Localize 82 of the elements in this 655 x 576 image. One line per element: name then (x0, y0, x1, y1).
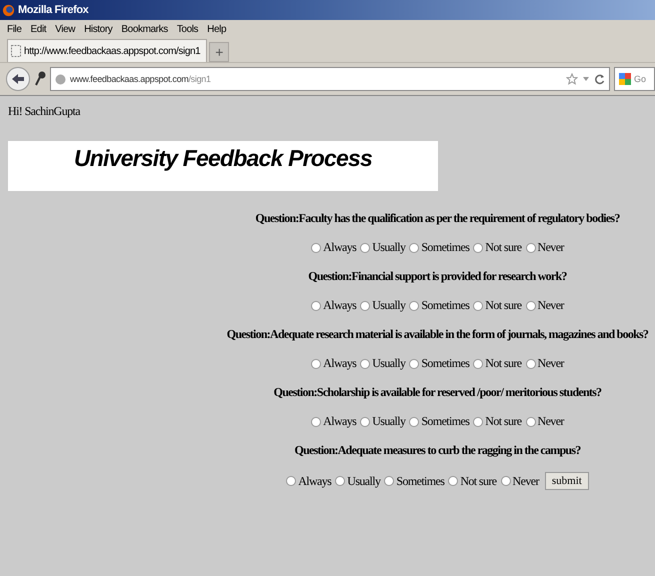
question-text: Question:Scholarship is available for reserved /poor/ meritorious students? (274, 385, 602, 400)
key-icon (34, 71, 46, 87)
window-title: Mozilla Firefox (18, 4, 88, 16)
radio-button[interactable] (473, 358, 484, 368)
page-icon (11, 45, 21, 57)
radio-button[interactable] (311, 300, 322, 310)
page-heading: University Feedback Process (74, 145, 372, 172)
answer-option[interactable]: Not sure (473, 414, 522, 429)
answer-option[interactable]: Sometimes (409, 298, 470, 313)
menu-item[interactable]: Bookmarks (121, 24, 168, 34)
radio-button[interactable] (311, 416, 322, 426)
radio-button[interactable] (526, 300, 536, 310)
star-icon (566, 73, 578, 85)
radio-button[interactable] (409, 242, 420, 252)
radio-button[interactable] (500, 476, 511, 486)
radio-button[interactable] (473, 242, 484, 252)
question-text: Question:Adequate measures to curb the ragging in the campus? (294, 443, 581, 458)
radio-button[interactable] (286, 476, 296, 486)
answer-option[interactable]: Not sure (473, 240, 522, 255)
answer-option[interactable]: Usually (335, 474, 380, 488)
answer-option[interactable]: Usually (360, 240, 406, 255)
new-tab-button[interactable]: + (209, 42, 230, 62)
tab-title: http://www.feedbackaas.appspot.com/sign1 (24, 46, 200, 56)
dropdown-icon (582, 75, 590, 83)
question-text: Question:Adequate research material is available in the form of journals, magazines and books? (226, 327, 648, 342)
answer-option[interactable]: Sometimes (409, 240, 470, 255)
greeting-text: Hi! SachinGupta (8, 104, 82, 119)
menu-item[interactable]: File (7, 24, 22, 34)
radio-button[interactable] (526, 242, 536, 252)
address-bar[interactable]: www.feedbackaas.appspot.com/sign1 (50, 67, 610, 91)
back-button[interactable] (6, 67, 30, 91)
answer-option[interactable]: Always (311, 298, 356, 313)
menu-item[interactable]: Help (207, 24, 226, 34)
question-text: Question:Financial support is provided for research work? (308, 269, 567, 284)
menu-item[interactable]: Tools (176, 24, 198, 34)
radio-button[interactable] (360, 358, 370, 368)
answer-option[interactable]: Always (311, 414, 356, 429)
radio-button[interactable] (526, 416, 536, 426)
answer-option[interactable]: Usually (360, 356, 406, 371)
radio-button[interactable] (409, 300, 420, 310)
browser-tab[interactable]: http://www.feedbackaas.appspot.com/sign1 (7, 39, 208, 62)
radio-button[interactable] (448, 476, 458, 486)
url-text: www.feedbackaas.appspot.com/sign1 (70, 74, 211, 84)
radio-button[interactable] (526, 358, 536, 368)
back-arrow-icon (11, 73, 25, 85)
radio-button[interactable] (473, 300, 484, 310)
answer-option[interactable]: Not sure (448, 474, 497, 488)
menu-item[interactable]: Edit (30, 24, 46, 34)
answer-option[interactable]: Sometimes (409, 414, 470, 429)
radio-button[interactable] (409, 416, 420, 426)
submit-button[interactable]: submit (544, 472, 589, 490)
question-text: Question:Faculty has the qualification as per the requirement of regulatory bodies? (255, 211, 620, 226)
radio-button[interactable] (409, 358, 420, 368)
menu-item[interactable]: History (84, 24, 112, 34)
answer-option[interactable]: Not sure (473, 298, 522, 313)
answer-option[interactable]: Sometimes (384, 474, 444, 488)
browser-logo-icon (2, 4, 15, 16)
radio-button[interactable] (335, 476, 346, 486)
radio-button[interactable] (311, 242, 322, 252)
answer-option[interactable]: Never (500, 474, 539, 488)
radio-button[interactable] (360, 242, 370, 252)
search-engine-icon (618, 72, 632, 86)
menu-item[interactable]: View (55, 24, 76, 34)
answer-option[interactable]: Never (526, 240, 564, 255)
answer-option[interactable]: Always (286, 474, 332, 488)
answer-option[interactable]: Never (526, 356, 564, 371)
globe-icon (55, 74, 66, 84)
radio-button[interactable] (384, 476, 394, 486)
answer-option[interactable]: Always (311, 240, 356, 255)
search-field[interactable]: Go (614, 67, 655, 91)
answer-option[interactable]: Never (526, 298, 564, 313)
radio-button[interactable] (360, 416, 370, 426)
answer-option[interactable]: Always (311, 356, 356, 371)
answer-option[interactable]: Usually (360, 414, 406, 429)
answer-option[interactable]: Sometimes (409, 356, 470, 371)
answer-option[interactable]: Never (526, 414, 564, 429)
answer-option[interactable]: Not sure (473, 356, 522, 371)
radio-button[interactable] (360, 300, 370, 310)
radio-button[interactable] (473, 416, 484, 426)
answer-option[interactable]: Usually (360, 298, 406, 313)
radio-button[interactable] (311, 358, 322, 368)
reload-icon (594, 74, 605, 84)
